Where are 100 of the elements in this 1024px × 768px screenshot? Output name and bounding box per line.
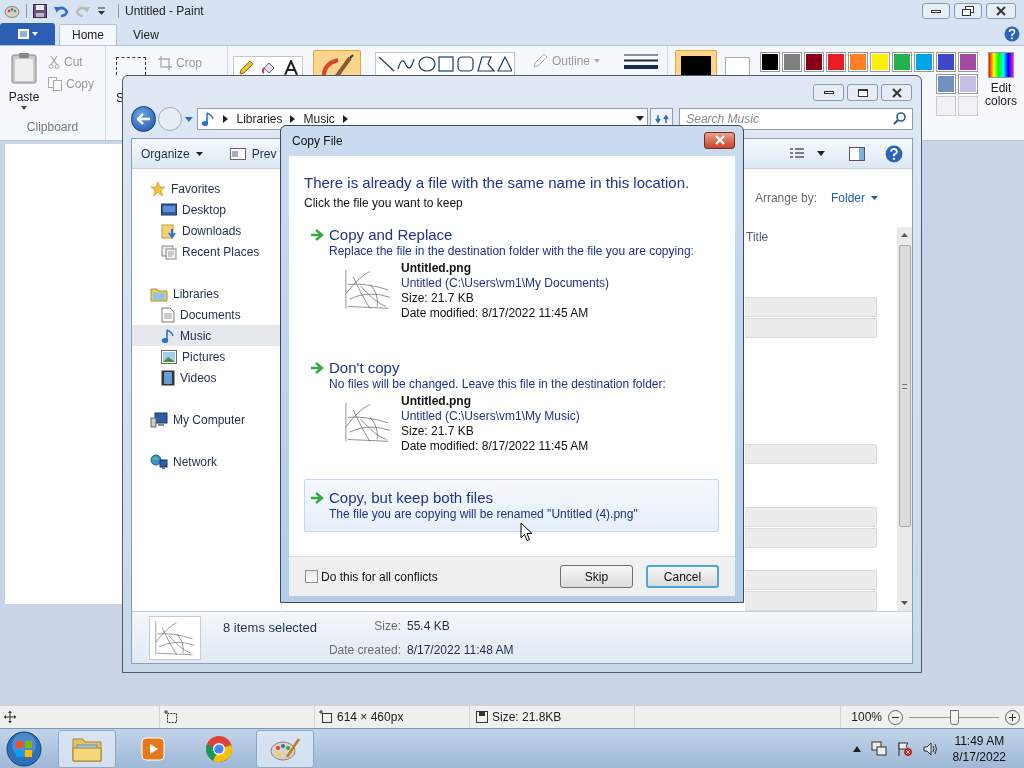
picture-icon bbox=[161, 349, 177, 364]
fill-bucket-icon[interactable] bbox=[261, 60, 277, 76]
back-button[interactable] bbox=[131, 105, 157, 132]
edit-colors-button[interactable]: Edit colors bbox=[982, 52, 1020, 108]
shapes-drawing[interactable] bbox=[378, 55, 512, 73]
customize-caret-icon[interactable] bbox=[97, 6, 106, 16]
color-1-swatch[interactable] bbox=[675, 50, 717, 76]
view-options-icon[interactable] bbox=[789, 146, 805, 161]
preview-button[interactable]: Prev bbox=[229, 144, 277, 163]
clipboard-icon bbox=[10, 52, 38, 84]
color-swatch[interactable] bbox=[872, 54, 888, 70]
color-swatch[interactable] bbox=[960, 76, 976, 92]
nav-item[interactable]: Documents bbox=[132, 304, 281, 326]
zoom-slider[interactable] bbox=[909, 709, 999, 725]
empty-swatch[interactable] bbox=[936, 96, 956, 116]
color-swatch[interactable] bbox=[828, 54, 844, 70]
color-swatch[interactable] bbox=[960, 54, 976, 70]
save-icon[interactable] bbox=[33, 4, 47, 18]
organize-button[interactable]: Organize bbox=[141, 144, 203, 163]
choice-option[interactable]: Don't copy No files will be changed. Leave this file in the destination folder: Untitled.png Untitled (C:\Users\vm1\My Music) Size: 21.7 KB Date modified: 8/17/2022 11:45 AM bbox=[304, 356, 719, 457]
start-button[interactable] bbox=[4, 729, 44, 768]
browser-icon bbox=[205, 734, 233, 763]
color-swatch[interactable] bbox=[916, 54, 932, 70]
close-button[interactable] bbox=[986, 3, 1016, 19]
nav-item[interactable]: My Computer bbox=[132, 409, 281, 431]
file-date: Date modified: 8/17/2022 11:45 AM bbox=[401, 306, 590, 321]
nav-item[interactable]: Recent Places bbox=[132, 241, 281, 263]
ribbon-tab[interactable]: Home bbox=[59, 24, 117, 45]
option-title[interactable]: Copy, but keep both files bbox=[329, 489, 493, 506]
show-hidden-icons-icon[interactable] bbox=[852, 745, 861, 752]
volume-icon[interactable] bbox=[922, 740, 939, 757]
option-title[interactable]: Don't copy bbox=[329, 359, 400, 376]
breadcrumb-item[interactable]: Music bbox=[303, 109, 335, 128]
nav-item[interactable]: Desktop bbox=[132, 199, 281, 221]
color-swatch[interactable] bbox=[784, 54, 800, 70]
restore-button[interactable] bbox=[954, 3, 982, 19]
clock-time[interactable]: 11:49 AM bbox=[954, 732, 1005, 749]
nav-item[interactable]: Libraries bbox=[132, 283, 281, 305]
choice-option[interactable]: Copy and Replace Replace the file in the destination folder with the file you are copying: Untitled.png Untitled (C:\Users\vm1\My Documents) Size: 21.7 KB Date modified: 8/17/2022 11:45 AM bbox=[304, 223, 719, 324]
maximize-button[interactable] bbox=[847, 84, 878, 101]
film-icon bbox=[161, 369, 175, 386]
scrollbar[interactable] bbox=[897, 227, 912, 612]
file-menu-button[interactable] bbox=[0, 23, 55, 45]
option-title[interactable]: Copy and Replace bbox=[329, 226, 453, 243]
color-swatch[interactable] bbox=[938, 54, 954, 70]
copy-icon bbox=[48, 77, 62, 91]
flag-icon[interactable] bbox=[896, 740, 913, 757]
close-button[interactable] bbox=[704, 131, 735, 149]
preview-icon bbox=[229, 147, 246, 160]
close-icon bbox=[890, 87, 903, 98]
preview-pane-icon[interactable] bbox=[849, 146, 865, 161]
nav-item[interactable]: Favorites bbox=[132, 178, 281, 200]
scroll-up-icon[interactable] bbox=[901, 233, 908, 238]
folder-download-icon bbox=[161, 222, 177, 239]
clock-date[interactable]: 8/17/2022 bbox=[952, 748, 1006, 765]
network-status-icon[interactable] bbox=[870, 740, 887, 757]
ribbon-tab[interactable]: View bbox=[121, 24, 171, 45]
dialog-button[interactable]: Cancel bbox=[646, 565, 719, 588]
checkbox[interactable] bbox=[305, 570, 318, 583]
slider-thumb[interactable] bbox=[950, 709, 959, 725]
nav-item[interactable]: Videos bbox=[132, 367, 281, 389]
move-icon bbox=[4, 711, 16, 723]
choice-option[interactable]: Copy, but keep both files The file you are copying will be renamed "Untitled (4).png" bbox=[304, 479, 719, 532]
breadcrumb-item[interactable]: Libraries bbox=[236, 109, 283, 128]
recent-pages-caret-icon[interactable] bbox=[183, 114, 194, 123]
scroll-down-icon[interactable] bbox=[901, 601, 908, 606]
color-swatch[interactable] bbox=[894, 54, 910, 70]
line-size-icon[interactable] bbox=[624, 54, 658, 70]
minimize-button[interactable] bbox=[813, 84, 844, 101]
color-swatch[interactable] bbox=[806, 54, 822, 70]
text-tool-icon[interactable] bbox=[284, 60, 299, 76]
help-icon[interactable] bbox=[885, 144, 903, 163]
nav-item[interactable]: Music bbox=[132, 325, 281, 347]
color-swatch[interactable] bbox=[762, 54, 778, 70]
arrange-by-dropdown[interactable]: Folder bbox=[831, 189, 878, 208]
caret-icon[interactable] bbox=[817, 151, 825, 157]
checkbox-label[interactable]: Do this for all conflicts bbox=[321, 567, 438, 586]
refresh-icon bbox=[654, 112, 669, 125]
menu-icon bbox=[15, 28, 40, 40]
brush-icon bbox=[320, 54, 354, 76]
dialog-button[interactable]: Skip bbox=[560, 565, 633, 588]
nav-item[interactable]: Pictures bbox=[132, 346, 281, 368]
color-swatch[interactable] bbox=[850, 54, 866, 70]
paint-app-icon[interactable] bbox=[4, 3, 20, 19]
music-note-icon bbox=[161, 327, 175, 344]
search-field[interactable]: Search Music bbox=[679, 107, 913, 130]
minimize-button[interactable] bbox=[922, 3, 950, 19]
undo-icon[interactable] bbox=[53, 4, 69, 18]
empty-swatch[interactable] bbox=[958, 96, 978, 116]
color-swatch[interactable] bbox=[938, 76, 954, 92]
paste-button[interactable]: Paste bbox=[0, 52, 48, 118]
column-header[interactable]: Title bbox=[746, 228, 769, 247]
dropdown-caret-icon[interactable] bbox=[635, 116, 644, 122]
canvas-size-icon bbox=[319, 710, 333, 724]
taskbar-button[interactable] bbox=[256, 729, 314, 768]
nav-item[interactable]: Network bbox=[132, 451, 281, 473]
help-icon[interactable] bbox=[1004, 26, 1020, 42]
close-button[interactable] bbox=[881, 84, 912, 101]
nav-item[interactable]: Downloads bbox=[132, 220, 281, 242]
brushes-button[interactable] bbox=[313, 50, 361, 76]
